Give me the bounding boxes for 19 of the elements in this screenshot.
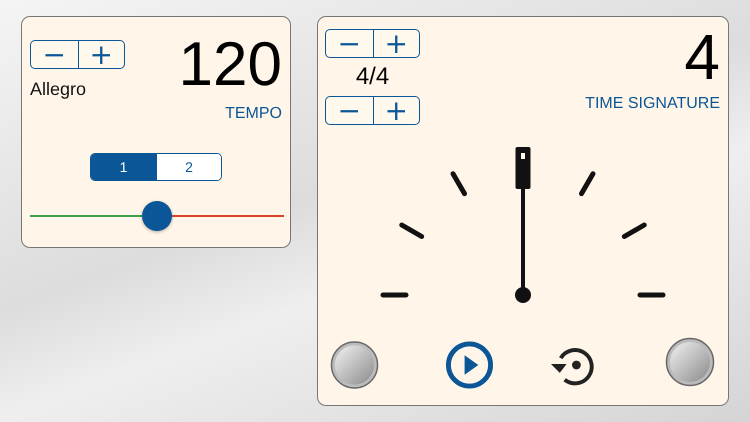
tempo-name: Allegro — [30, 79, 88, 100]
time-signature-value: 4/4 — [356, 62, 390, 92]
increment-button[interactable]: + — [78, 41, 124, 68]
metronome-needle-icon — [515, 147, 531, 303]
increment-button[interactable]: + — [372, 30, 419, 57]
decrement-button[interactable]: − — [326, 97, 372, 124]
increment-button[interactable]: + — [372, 97, 419, 124]
tempo-value: 120 — [178, 37, 282, 93]
segment-tab[interactable]: 1 — [91, 154, 156, 180]
play-icon[interactable] — [445, 340, 494, 390]
decrement-button[interactable]: − — [31, 41, 78, 68]
decrement-button[interactable]: − — [326, 30, 372, 57]
segment-tab[interactable]: 2 — [156, 154, 221, 180]
slider-thumb[interactable] — [142, 201, 172, 231]
round-button-icon[interactable] — [665, 337, 715, 387]
tempo-label: TEMPO — [225, 105, 282, 123]
time-signature-label: TIME SIGNATURE — [585, 95, 720, 113]
beats-count: 4 — [684, 29, 720, 85]
round-button-icon[interactable] — [330, 340, 379, 390]
